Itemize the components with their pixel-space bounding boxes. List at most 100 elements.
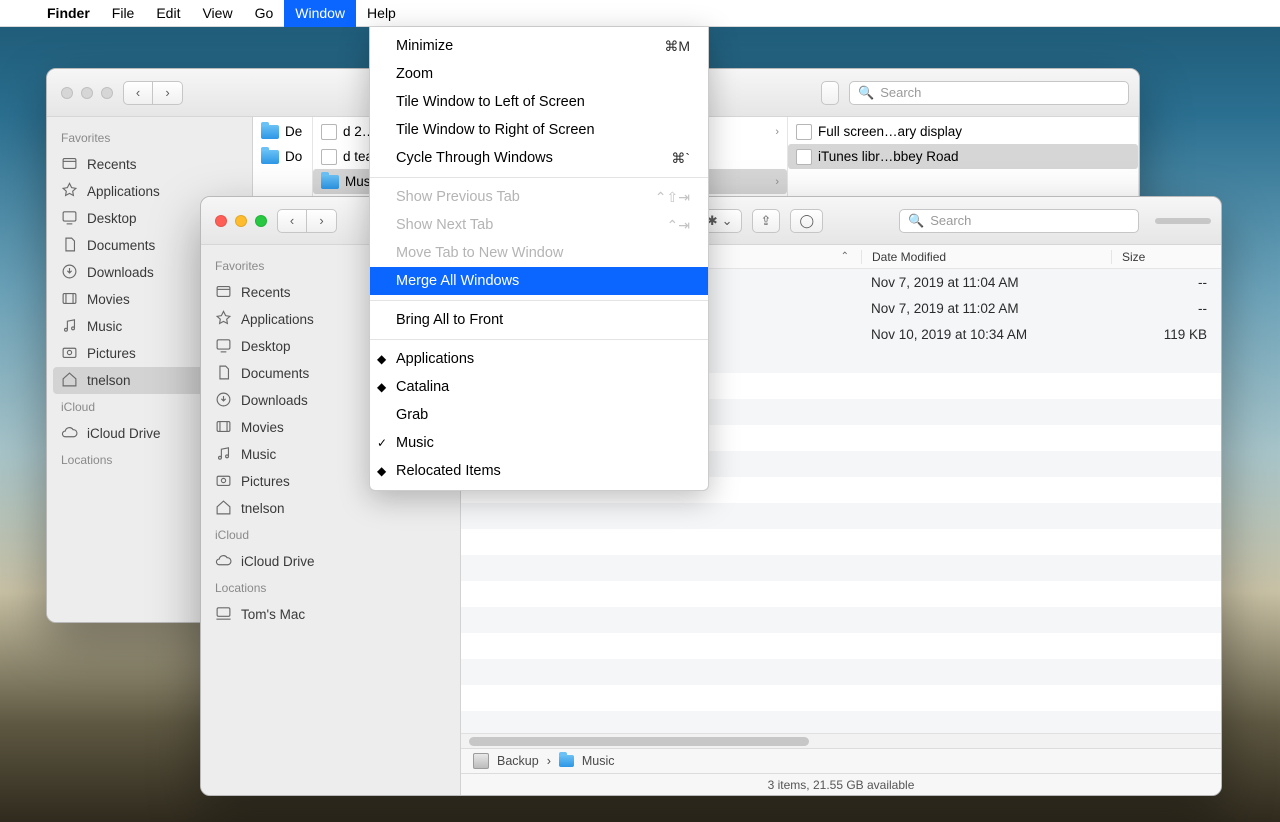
menu-item-cycle-windows[interactable]: Cycle Through Windows⌘`	[370, 144, 708, 172]
menu-item-minimize[interactable]: Minimize⌘M	[370, 32, 708, 60]
menu-item-tile-right[interactable]: Tile Window to Right of Screen	[370, 116, 708, 144]
sort-caret-icon: ⌃	[841, 251, 861, 262]
tag-icon: ◯	[799, 213, 814, 229]
desktop-icon	[215, 337, 232, 357]
close-button[interactable]	[215, 215, 227, 227]
share-icon: ⇪	[761, 213, 772, 229]
cloud-icon	[61, 424, 78, 444]
menu-item-bring-all-front[interactable]: Bring All to Front	[370, 306, 708, 334]
status-bar: 3 items, 21.55 GB available	[461, 773, 1221, 795]
sidebar-item-toms-mac[interactable]: Tom's Mac	[201, 601, 460, 628]
desktop-icon	[61, 209, 78, 229]
cloud-icon	[215, 552, 232, 572]
chevron-right-icon: ›	[769, 176, 779, 188]
menu-window-catalina[interactable]: ◆Catalina	[370, 373, 708, 401]
search-placeholder: Search	[930, 213, 971, 228]
menu-item-move-tab: Move Tab to New Window	[370, 239, 708, 267]
minimize-button[interactable]	[235, 215, 247, 227]
menu-window-applications[interactable]: ◆Applications	[370, 345, 708, 373]
search-placeholder: Search	[880, 85, 921, 100]
folder-icon	[261, 125, 279, 139]
sidebar-head-locations: Locations	[201, 575, 460, 601]
sidebar-head-favorites: Favorites	[47, 125, 252, 151]
recents-icon	[61, 155, 78, 175]
home-icon	[61, 371, 78, 391]
menu-window-grab[interactable]: Grab	[370, 401, 708, 429]
zoom-button[interactable]	[101, 87, 113, 99]
back-button[interactable]: ‹	[277, 209, 307, 233]
menu-file[interactable]: File	[101, 0, 146, 27]
zoom-button[interactable]	[255, 215, 267, 227]
nav-buttons: ‹ ›	[123, 81, 183, 105]
menubar: Finder File Edit View Go Window Help	[0, 0, 1280, 27]
app-menu[interactable]: Finder	[36, 0, 101, 27]
finder-window-front[interactable]: ‹ › ✱⌄ ⇪ ◯ 🔍 Search Favorites Recents Ap…	[200, 196, 1222, 796]
downloads-icon	[61, 263, 78, 283]
menu-item-show-prev-tab: Show Previous Tab⌃⇧⇥	[370, 183, 708, 211]
documents-icon	[215, 364, 232, 384]
forward-button[interactable]: ›	[153, 81, 183, 105]
drive-icon	[473, 753, 489, 769]
menu-go[interactable]: Go	[244, 0, 285, 27]
window-menu-dropdown: Minimize⌘M Zoom Tile Window to Left of S…	[369, 27, 709, 491]
menu-edit[interactable]: Edit	[145, 0, 191, 27]
folder-icon	[321, 175, 339, 189]
column-item[interactable]: Full screen…ary display	[788, 119, 1138, 144]
sidebar-item-recents[interactable]: Recents	[47, 151, 252, 178]
recents-icon	[215, 283, 232, 303]
music-icon	[215, 445, 232, 465]
nav-buttons: ‹ ›	[277, 209, 337, 233]
file-icon	[321, 149, 337, 165]
menu-window-music[interactable]: ✓Music	[370, 429, 708, 457]
sidebar-item-tnelson[interactable]: tnelson	[201, 495, 460, 522]
chevron-down-icon: ⌄	[722, 213, 733, 229]
action-button[interactable]	[821, 81, 839, 105]
column-header-size[interactable]: Size	[1111, 250, 1221, 264]
movies-icon	[61, 290, 78, 310]
movies-icon	[215, 418, 232, 438]
file-icon	[796, 124, 812, 140]
horizontal-scrollbar[interactable]	[461, 733, 1221, 748]
column-item[interactable]: Do	[253, 144, 312, 169]
applications-icon	[215, 310, 232, 330]
path-segment[interactable]: Music	[582, 754, 615, 768]
search-field[interactable]: 🔍 Search	[849, 81, 1129, 105]
pictures-icon	[61, 344, 78, 364]
menu-window[interactable]: Window	[284, 0, 356, 27]
music-icon	[61, 317, 78, 337]
column-item[interactable]: De	[253, 119, 312, 144]
menu-window-relocated[interactable]: ◆Relocated Items	[370, 457, 708, 485]
folder-icon	[261, 150, 279, 164]
back-button[interactable]: ‹	[123, 81, 153, 105]
sidebar-item-icloud-drive[interactable]: iCloud Drive	[201, 548, 460, 575]
path-segment[interactable]: Backup	[497, 754, 539, 768]
search-icon: 🔍	[858, 85, 874, 101]
scrollbar-thumb[interactable]	[469, 737, 809, 746]
path-bar[interactable]: Backup › Music	[461, 748, 1221, 773]
menu-item-tile-left[interactable]: Tile Window to Left of Screen	[370, 88, 708, 116]
toolbar-overflow	[1155, 218, 1211, 224]
column-header-modified[interactable]: Date Modified	[861, 250, 1111, 264]
pictures-icon	[215, 472, 232, 492]
tags-button[interactable]: ◯	[790, 209, 823, 233]
documents-icon	[61, 236, 78, 256]
file-icon	[796, 149, 812, 165]
menu-view[interactable]: View	[191, 0, 243, 27]
menu-separator	[370, 339, 708, 340]
share-button[interactable]: ⇪	[752, 209, 781, 233]
search-field[interactable]: 🔍 Search	[899, 209, 1139, 233]
column-item[interactable]: iTunes libr…bbey Road	[788, 144, 1138, 169]
menu-item-show-next-tab: Show Next Tab⌃⇥	[370, 211, 708, 239]
close-button[interactable]	[61, 87, 73, 99]
path-sep: ›	[547, 754, 551, 768]
menu-separator	[370, 300, 708, 301]
file-icon	[321, 124, 337, 140]
minimize-button[interactable]	[81, 87, 93, 99]
menu-item-merge-all-windows[interactable]: Merge All Windows	[370, 267, 708, 295]
forward-button[interactable]: ›	[307, 209, 337, 233]
chevron-right-icon: ›	[769, 126, 779, 138]
computer-icon	[215, 605, 232, 625]
menu-item-zoom[interactable]: Zoom	[370, 60, 708, 88]
titlebar[interactable]: ‹ › ✱⌄ ⇪ ◯ 🔍 Search	[201, 197, 1221, 245]
menu-help[interactable]: Help	[356, 0, 407, 27]
